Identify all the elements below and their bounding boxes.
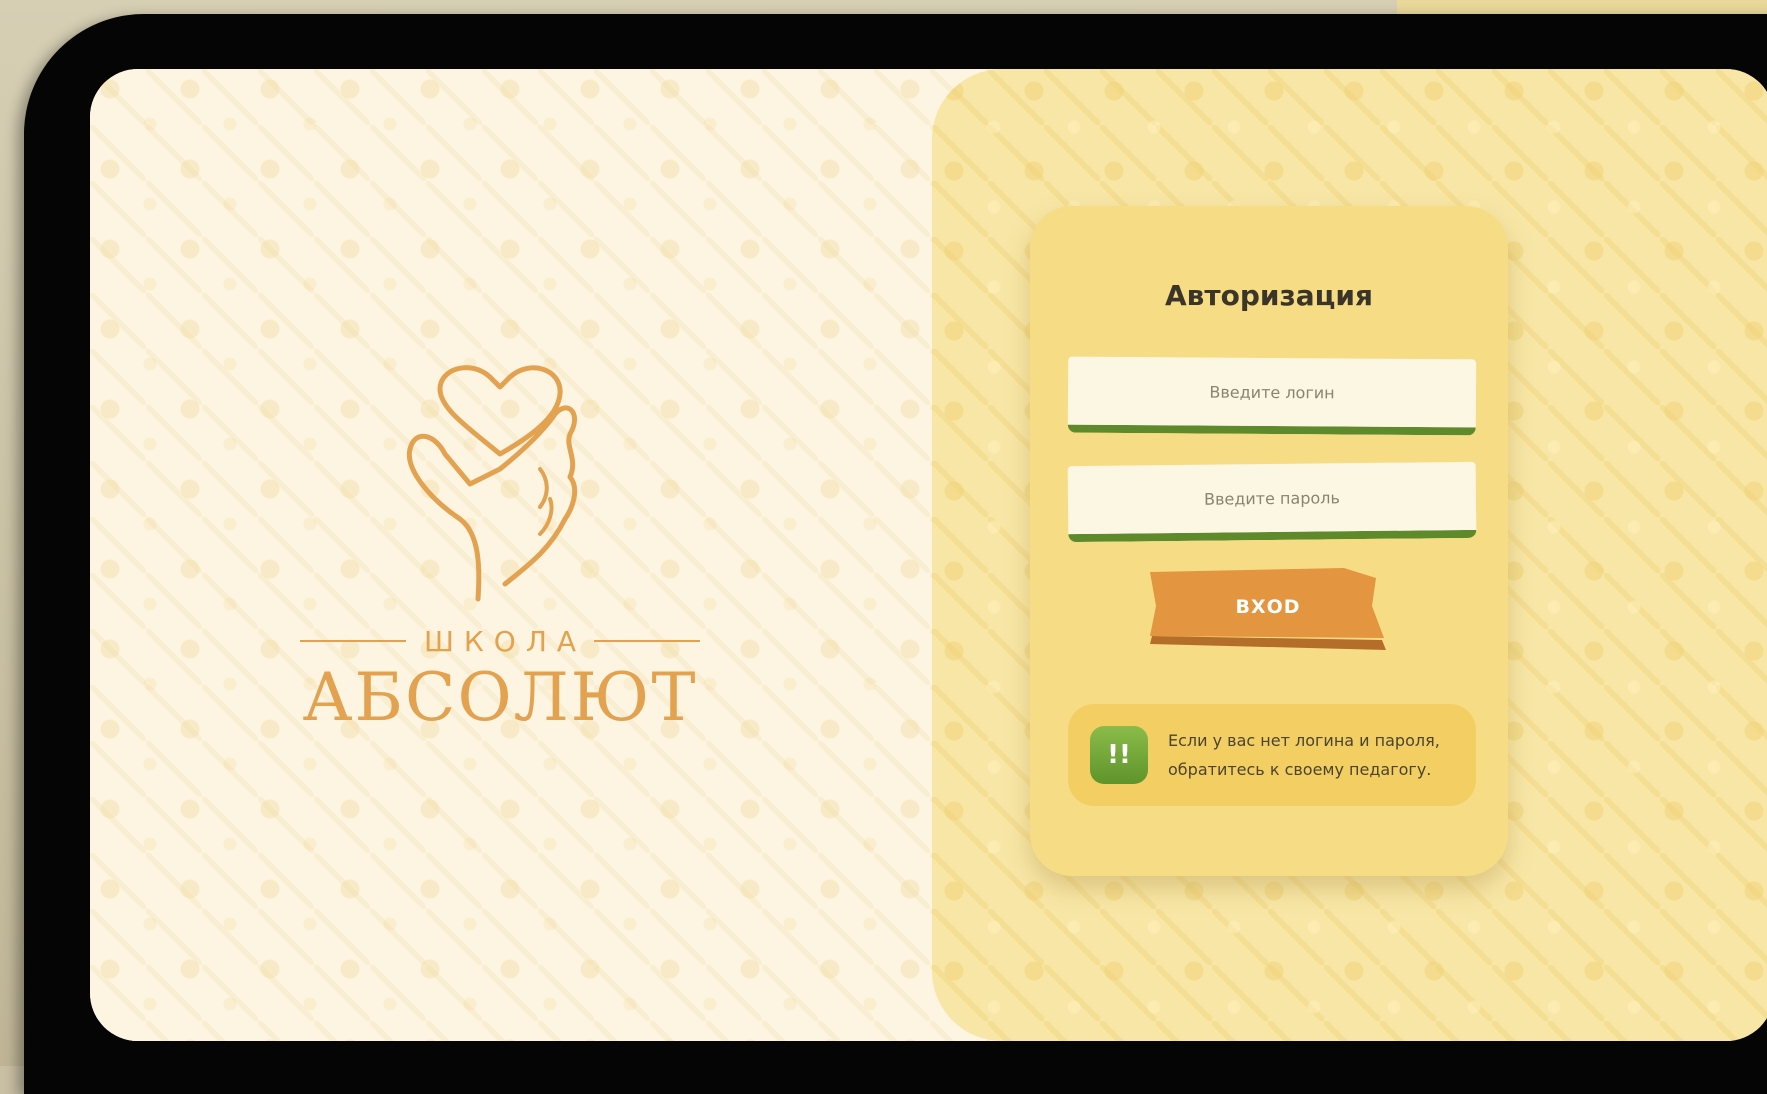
logo-panel: ШКОЛА АБСОЛЮТ	[90, 69, 990, 1041]
exclamation-icon: !!	[1090, 726, 1148, 784]
auth-title: Авторизация	[1164, 279, 1374, 312]
school-logo: ШКОЛА АБСОЛЮТ	[290, 359, 710, 759]
notice-text: Если у вас нет логина и пароля, обратите…	[1168, 726, 1440, 784]
credentials-notice: !! Если у вас нет логина и пароля, обрат…	[1068, 704, 1476, 806]
notice-text-line2: обратитесь к своему педагогу.	[1168, 760, 1432, 779]
password-field[interactable]	[1067, 461, 1477, 543]
password-input[interactable]	[1067, 461, 1477, 535]
logo-divider-right	[594, 640, 701, 642]
logo-school-label: ШКОЛА	[423, 624, 587, 658]
login-field[interactable]	[1067, 356, 1477, 436]
notice-text-line1: Если у вас нет логина и пароля,	[1168, 731, 1440, 750]
login-button-label: ВХОD	[1235, 596, 1301, 618]
auth-card: Авторизация ВХОD !! Если у вас нет логин…	[1030, 206, 1508, 876]
login-button[interactable]: ВХОD	[1144, 566, 1392, 652]
logo-school-row: ШКОЛА	[290, 621, 710, 661]
login-input[interactable]	[1067, 356, 1477, 428]
screen: ШКОЛА АБСОЛЮТ	[90, 69, 1767, 1041]
heart-in-hand-icon	[406, 365, 578, 602]
logo-divider-left	[299, 640, 406, 642]
logo-school-name: АБСОЛЮТ	[302, 659, 698, 736]
